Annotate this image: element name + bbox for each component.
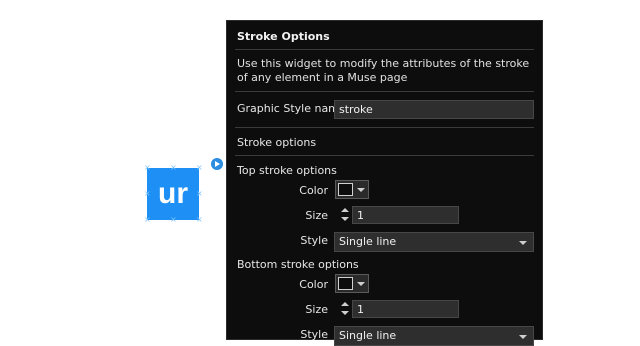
bottom-style-label: Style (300, 328, 328, 341)
graphic-style-input[interactable]: stroke (334, 100, 534, 119)
divider (235, 49, 534, 50)
arrow-down-icon (341, 217, 349, 221)
divider (235, 127, 534, 128)
arrow-up-icon (341, 208, 349, 212)
widget-thumbnail[interactable]: ur (147, 168, 199, 220)
bottom-color-label: Color (299, 278, 328, 291)
resize-handle-bl[interactable]: × (144, 216, 151, 224)
panel-description: Use this widget to modify the attributes… (237, 57, 530, 84)
graphic-style-label: Graphic Style name (237, 102, 346, 115)
chevron-down-icon (357, 282, 365, 286)
resize-handle-mr[interactable]: × (196, 190, 203, 198)
color-swatch (338, 277, 353, 290)
bottom-color-picker[interactable] (335, 274, 369, 293)
top-size-stepper[interactable] (339, 207, 351, 223)
top-style-value: Single line (339, 235, 397, 248)
top-stroke-heading: Top stroke options (237, 164, 337, 177)
divider (235, 155, 534, 156)
stroke-options-label: Stroke options (237, 136, 317, 149)
bottom-style-select[interactable]: Single line (334, 326, 534, 346)
bottom-size-label: Size (305, 303, 328, 316)
top-size-input[interactable]: 1 (352, 206, 459, 224)
chevron-down-icon (519, 335, 527, 339)
top-color-label: Color (299, 184, 328, 197)
bottom-style-value: Single line (339, 329, 397, 342)
top-style-label: Style (300, 234, 328, 247)
widget-text: ur (158, 177, 188, 210)
panel-title: Stroke Options (237, 30, 330, 43)
divider (235, 91, 534, 92)
play-circle-icon[interactable] (211, 158, 223, 170)
arrow-down-icon (341, 311, 349, 315)
chevron-down-icon (357, 188, 365, 192)
top-color-picker[interactable] (335, 180, 369, 199)
resize-handle-br[interactable]: × (196, 216, 203, 224)
bottom-size-input[interactable]: 1 (352, 300, 459, 318)
chevron-down-icon (519, 241, 527, 245)
resize-handle-tr[interactable]: × (196, 164, 203, 172)
top-size-label: Size (305, 209, 328, 222)
resize-handle-tl[interactable]: × (144, 164, 151, 172)
top-style-select[interactable]: Single line (334, 232, 534, 252)
resize-handle-tc[interactable]: × (170, 164, 177, 172)
color-swatch (338, 183, 353, 196)
bottom-size-stepper[interactable] (339, 301, 351, 317)
resize-handle-ml[interactable]: × (144, 190, 151, 198)
resize-handle-bc[interactable]: × (170, 216, 177, 224)
bottom-stroke-heading: Bottom stroke options (237, 258, 359, 271)
stroke-options-panel: Stroke Options Use this widget to modify… (226, 20, 543, 346)
arrow-up-icon (341, 302, 349, 306)
